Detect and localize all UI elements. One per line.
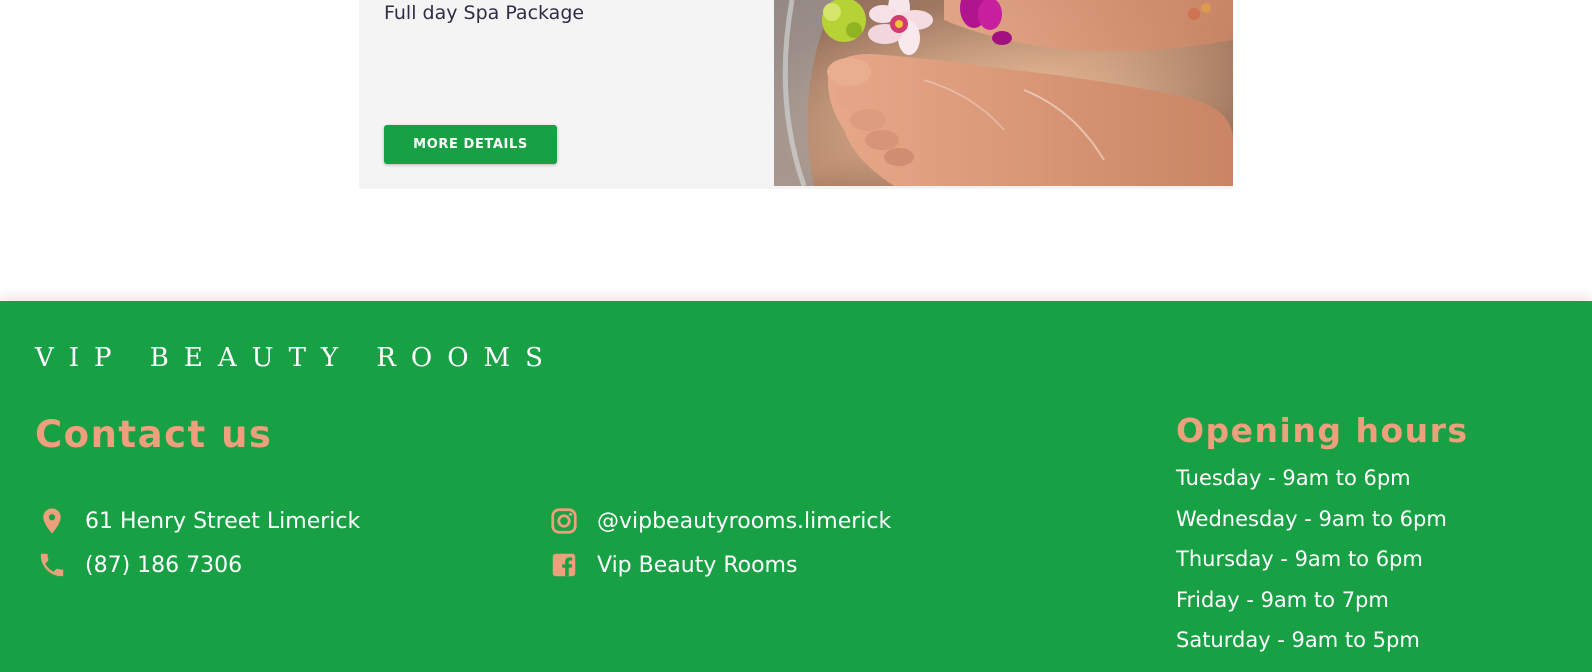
facebook-icon [547,548,581,582]
footer-logo[interactable]: VIP BEAUTY ROOMS [35,343,558,373]
spa-package-card: Full day Spa Package MORE DETAILS [359,0,1233,189]
contact-address: 61 Henry Street Limerick [85,508,361,534]
instagram-link[interactable]: @vipbeautyrooms.limerick [547,504,891,538]
hours-item: Friday - 9am to 7pm [1176,587,1389,612]
spa-package-image [774,0,1233,186]
instagram-handle: @vipbeautyrooms.limerick [597,508,892,534]
contact-heading: Contact us [35,413,273,456]
more-details-button[interactable]: MORE DETAILS [384,125,557,164]
hours-item: Thursday - 9am to 6pm [1176,547,1423,571]
phone-icon [35,548,69,582]
hours-item: Tuesday - 9am to 6pm [1176,466,1411,490]
hours-item: Wednesday - 9am to 6pm [1176,506,1447,531]
facebook-link[interactable]: Vip Beauty Rooms [547,548,797,582]
map-pin-icon [35,504,69,538]
site-footer: VIP BEAUTY ROOMS Contact us 61 Henry Str… [0,301,1592,672]
opening-hours-list: Tuesday - 9am to 6pm Wednesday - 9am to … [1176,464,1447,667]
instagram-icon [547,504,581,538]
facebook-page: Vip Beauty Rooms [597,552,798,578]
package-description: Full day Spa Package [384,2,585,24]
contact-phone-link[interactable]: (87) 186 7306 [35,548,242,582]
opening-hours-heading: Opening hours [1176,411,1469,450]
hours-item: Saturday - 9am to 5pm [1176,628,1420,652]
contact-phone: (87) 186 7306 [85,552,243,578]
contact-address-link[interactable]: 61 Henry Street Limerick [35,504,360,538]
